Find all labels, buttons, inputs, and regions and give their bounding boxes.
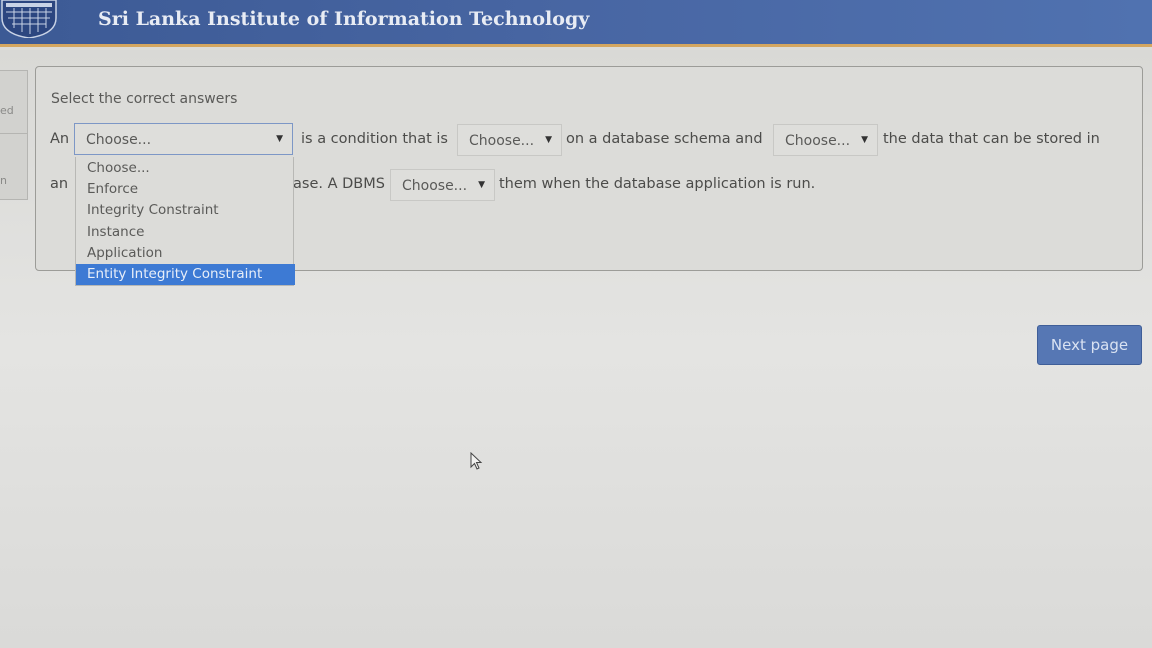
question-prompt: Select the correct answers bbox=[51, 91, 238, 107]
select-value: Choose... bbox=[785, 133, 851, 149]
dropdown-option[interactable]: Integrity Constraint bbox=[76, 200, 295, 221]
dropdown-list: Choose... Enforce Integrity Constraint I… bbox=[75, 157, 295, 286]
answer-select-4[interactable]: Choose... ▼ bbox=[390, 169, 495, 201]
question-text: on a database schema and bbox=[566, 131, 763, 147]
answer-select-3[interactable]: Choose... ▼ bbox=[773, 124, 878, 156]
question-text: An bbox=[50, 131, 70, 147]
left-nav-item[interactable]: n bbox=[0, 174, 7, 187]
dropdown-option-highlighted[interactable]: Entity Integrity Constraint bbox=[76, 264, 295, 285]
question-text: the data that can be stored in bbox=[883, 131, 1100, 147]
dropdown-option[interactable]: Enforce bbox=[76, 179, 295, 200]
left-nav-item[interactable]: ed bbox=[0, 104, 14, 117]
dropdown-option[interactable]: Application bbox=[76, 243, 295, 264]
dropdown-arrow-icon: ▼ bbox=[478, 180, 485, 190]
question-text: ase. A DBMS bbox=[293, 176, 385, 192]
dropdown-option[interactable]: Instance bbox=[76, 222, 295, 243]
next-page-button[interactable]: Next page bbox=[1037, 325, 1142, 365]
mouse-pointer-icon bbox=[470, 452, 483, 470]
select-value: Choose... bbox=[86, 132, 152, 148]
site-header: Sri Lanka Institute of Information Techn… bbox=[0, 0, 1152, 47]
site-title: Sri Lanka Institute of Information Techn… bbox=[98, 8, 590, 30]
institute-logo-icon bbox=[1, 0, 57, 38]
question-text: an bbox=[50, 176, 69, 192]
dropdown-arrow-icon: ▼ bbox=[545, 135, 552, 145]
select-value: Choose... bbox=[469, 133, 535, 149]
dropdown-arrow-icon: ▼ bbox=[861, 135, 868, 145]
answer-select-2[interactable]: Choose... ▼ bbox=[457, 124, 562, 156]
dropdown-option[interactable]: Choose... bbox=[76, 158, 295, 179]
left-nav-panel[interactable]: ed n bbox=[0, 70, 28, 200]
answer-select-1[interactable]: Choose... ▼ bbox=[74, 123, 293, 155]
question-text: them when the database application is ru… bbox=[499, 176, 816, 192]
left-nav-divider bbox=[0, 133, 28, 134]
select-value: Choose... bbox=[402, 178, 468, 194]
question-text: is a condition that is bbox=[301, 131, 448, 147]
dropdown-arrow-icon: ▼ bbox=[276, 134, 283, 144]
